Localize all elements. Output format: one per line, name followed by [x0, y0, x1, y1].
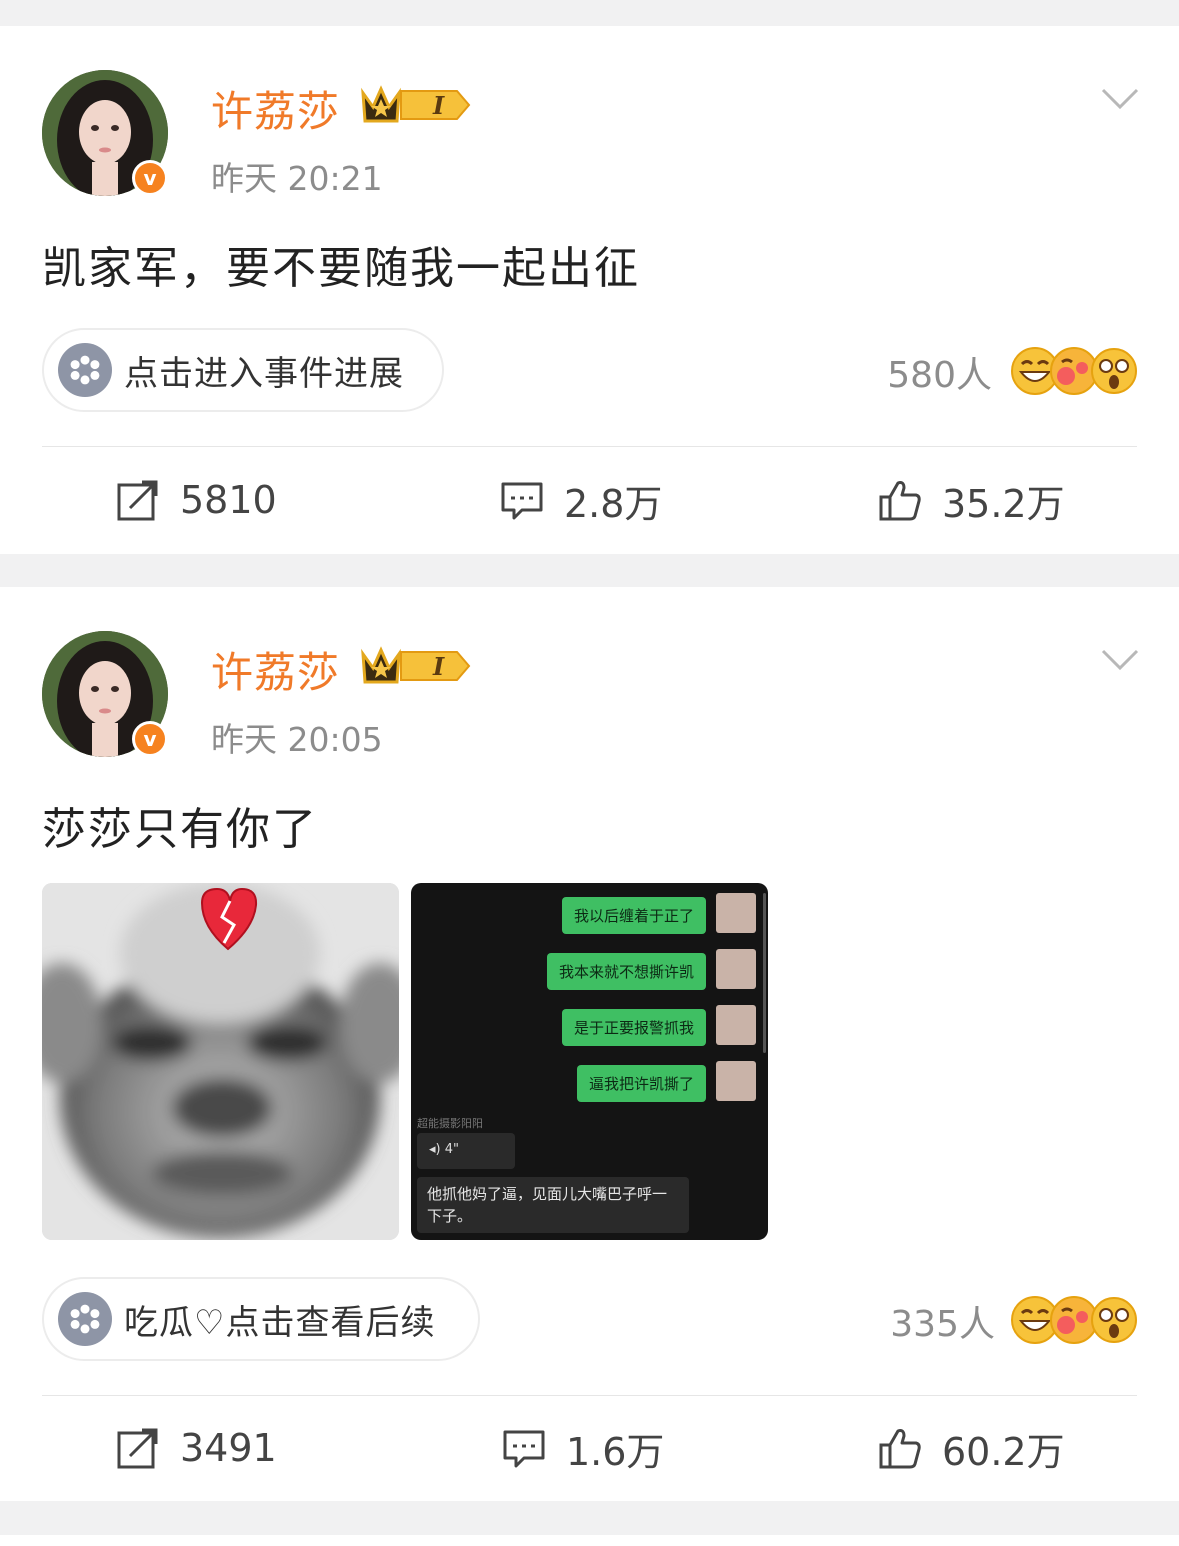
comment-button[interactable]: 2.8万	[500, 470, 662, 530]
flower-icon	[58, 1292, 112, 1346]
comment-count: 2.8万	[564, 481, 663, 526]
chat-bubble: 我本来就不想撕许凯	[546, 953, 706, 990]
verified-badge-icon: v	[132, 160, 168, 196]
chat-bubble: 是于正要报警抓我	[561, 1009, 706, 1046]
flower-icon	[58, 343, 112, 397]
reaction-count[interactable]: 335人	[855, 1295, 995, 1347]
comment-count: 1.6万	[566, 1429, 665, 1474]
feed-post-1: v 许荔莎 I 昨天 20:21 凯家军，要不要随我一起出征 点击进入事件进展 …	[0, 26, 1179, 554]
chat-bubble: 逼我把许凯撕了	[576, 1065, 706, 1102]
post-image-chat[interactable]: 我以后缠着于正了 我本来就不想撕许凯 是于正要报警抓我 逼我把许凯撕了 超能摄影…	[411, 883, 768, 1240]
topic-pill-label: 点击进入事件进展	[124, 353, 404, 394]
comment-icon	[503, 1430, 545, 1468]
voice-icon: ◂)	[429, 1142, 441, 1157]
post-text: 莎莎只有你了	[42, 804, 318, 855]
chevron-down-icon[interactable]	[1100, 647, 1140, 673]
reaction-emojis-icon[interactable]	[1010, 1295, 1138, 1345]
divider	[42, 1395, 1137, 1396]
post-time: 昨天 20:21	[211, 159, 383, 198]
verified-badge-icon: v	[132, 721, 168, 757]
chat-avatar	[716, 1061, 756, 1101]
post-image-meme[interactable]	[42, 883, 399, 1240]
like-count: 60.2万	[942, 1429, 1065, 1474]
topic-pill-label: 吃瓜♡点击查看后续	[124, 1302, 436, 1343]
crown-level-icon[interactable]: I	[357, 83, 473, 127]
chat-avatar	[716, 1005, 756, 1045]
reaction-emojis-icon[interactable]	[1010, 346, 1138, 396]
level-number: I	[432, 91, 445, 120]
like-button[interactable]: 60.2万	[878, 1418, 1065, 1478]
reaction-count[interactable]: 580人	[852, 346, 992, 398]
level-number: I	[432, 652, 445, 681]
comment-icon	[501, 482, 543, 520]
scrollbar	[763, 893, 766, 1053]
repost-button[interactable]: 3491	[116, 1418, 277, 1478]
thumbs-up-icon	[879, 481, 921, 521]
chat-avatar	[716, 893, 756, 933]
like-count: 35.2万	[942, 481, 1065, 526]
repost-count: 5810	[180, 478, 277, 522]
chevron-down-icon[interactable]	[1100, 86, 1140, 112]
topic-pill[interactable]: 点击进入事件进展	[42, 328, 444, 412]
like-button[interactable]: 35.2万	[878, 470, 1065, 530]
repost-button[interactable]: 5810	[116, 470, 277, 530]
next-post-edge	[0, 1535, 1179, 1546]
chat-reply-bubble: 他抓他妈了逼，见面儿大嘴巴子呼一下子。	[417, 1177, 689, 1233]
voice-length: 4"	[444, 1142, 460, 1157]
chat-bubble: 我以后缠着于正了	[561, 897, 706, 934]
username[interactable]: 许荔莎	[211, 78, 340, 139]
comment-button[interactable]: 1.6万	[502, 1418, 664, 1478]
username[interactable]: 许荔莎	[211, 639, 340, 700]
topic-pill[interactable]: 吃瓜♡点击查看后续	[42, 1277, 480, 1361]
divider	[42, 446, 1137, 447]
repost-icon	[117, 1428, 158, 1469]
chat-sender-name: 超能摄影阳阳	[417, 1117, 483, 1130]
crown-level-icon[interactable]: I	[357, 644, 473, 688]
post-time: 昨天 20:05	[211, 720, 383, 759]
repost-icon	[117, 480, 158, 521]
thumbs-up-icon	[879, 1429, 921, 1469]
voice-message: ◂) 4"	[417, 1133, 515, 1169]
repost-count: 3491	[180, 1426, 277, 1470]
post-text: 凯家军，要不要随我一起出征	[42, 243, 640, 294]
chat-avatar	[716, 949, 756, 989]
feed-post-2: v 许荔莎 I 昨天 20:05 莎莎只有你了 我以后缠着于正了 我本来就不想撕…	[0, 587, 1179, 1501]
